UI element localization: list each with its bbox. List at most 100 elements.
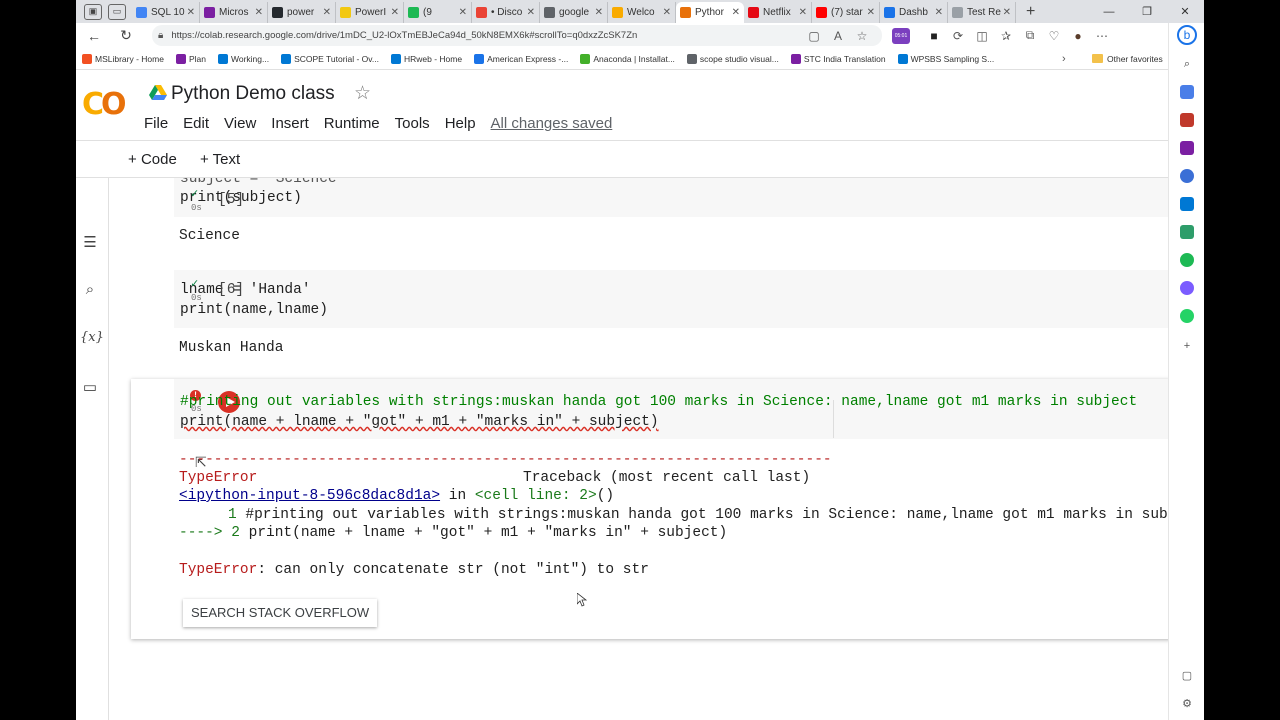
- tab-actions-icon[interactable]: ▭: [108, 3, 126, 20]
- hide-sidebar-icon[interactable]: ▢: [1180, 669, 1194, 683]
- bookmarks-overflow-icon[interactable]: ›: [1062, 53, 1066, 65]
- close-tab-icon[interactable]: ✕: [595, 7, 603, 18]
- variables-icon[interactable]: {x}: [80, 330, 104, 345]
- add-text-cell-button[interactable]: + Text: [200, 151, 240, 168]
- bookmark-favicon-icon: [390, 53, 401, 64]
- bookmark-item[interactable]: MSLibrary - Home: [76, 53, 170, 64]
- close-window-icon[interactable]: ✕: [1166, 5, 1204, 18]
- lock-icon[interactable]: 🔒︎: [158, 30, 163, 41]
- add-code-cell-button[interactable]: + Code: [128, 151, 177, 168]
- new-tab-button[interactable]: +: [1026, 3, 1035, 21]
- close-tab-icon[interactable]: ✕: [799, 7, 807, 18]
- profile-avatar[interactable]: ●: [1066, 29, 1090, 43]
- menu-view[interactable]: View: [224, 115, 256, 132]
- files-folder-icon[interactable]: ▭: [80, 378, 100, 396]
- save-status-link[interactable]: All changes saved: [491, 115, 613, 132]
- drop-icon[interactable]: [1180, 225, 1194, 239]
- browser-essentials-icon[interactable]: ♡: [1042, 29, 1066, 43]
- browser-tab[interactable]: PowerI ✕: [336, 2, 404, 23]
- split-screen-icon[interactable]: ◫: [970, 29, 994, 43]
- favorites-icon[interactable]: ✰: [994, 29, 1018, 43]
- menu-runtime[interactable]: Runtime: [324, 115, 380, 132]
- back-icon[interactable]: ←: [82, 28, 106, 44]
- browser-tab[interactable]: (7) star ✕: [812, 2, 880, 23]
- minimize-icon[interactable]: —: [1090, 6, 1128, 18]
- search-stack-overflow-button[interactable]: SEARCH STACK OVERFLOW: [183, 599, 378, 627]
- bookmark-item[interactable]: WPSBS Sampling S...: [892, 53, 1001, 64]
- workspaces-icon[interactable]: ▣: [84, 3, 102, 20]
- menu-help[interactable]: Help: [445, 115, 476, 132]
- browser-tab[interactable]: SQL 10 ✕: [132, 2, 200, 23]
- browser-tab[interactable]: Welco ✕: [608, 2, 676, 23]
- extension-icon[interactable]: ■: [922, 29, 946, 43]
- browser-tab[interactable]: Pythor ✕: [676, 2, 744, 23]
- close-tab-icon[interactable]: ✕: [1003, 7, 1011, 18]
- bookmark-favicon-icon: [474, 53, 485, 64]
- search-sidebar-icon[interactable]: ⌕: [1180, 57, 1194, 71]
- add-sidebar-app-icon[interactable]: +: [1180, 339, 1194, 353]
- whatsapp-icon[interactable]: [1180, 309, 1194, 323]
- refresh-icon[interactable]: ↻: [114, 27, 138, 44]
- spotify-icon[interactable]: [1180, 253, 1194, 267]
- bing-icon[interactable]: b: [1177, 25, 1197, 45]
- bookmark-item[interactable]: STC India Translation: [785, 53, 892, 64]
- cell-output: Muskan Handa: [179, 340, 284, 356]
- tools-icon[interactable]: [1180, 113, 1194, 127]
- browser-tab[interactable]: google ✕: [540, 2, 608, 23]
- close-tab-icon[interactable]: ✕: [867, 7, 875, 18]
- bookmark-favicon-icon: [82, 53, 92, 64]
- star-notebook-icon[interactable]: ☆: [354, 82, 371, 105]
- table-of-contents-icon[interactable]: ☰: [80, 233, 100, 251]
- close-tab-icon[interactable]: ✕: [527, 7, 535, 18]
- collections-icon[interactable]: ⧉: [1018, 28, 1042, 43]
- colab-logo[interactable]: CO: [82, 87, 126, 122]
- browser-tab[interactable]: Test Re ✕: [948, 2, 1016, 23]
- outlook-icon[interactable]: [1180, 197, 1194, 211]
- code-cell-6[interactable]: [174, 270, 1168, 328]
- browser-tab[interactable]: • Disco ✕: [472, 2, 540, 23]
- bookmark-item[interactable]: Working...: [212, 53, 275, 64]
- close-tab-icon[interactable]: ✕: [323, 7, 331, 18]
- messenger-icon[interactable]: [1180, 281, 1194, 295]
- menu-file[interactable]: File: [144, 115, 168, 132]
- bookmark-item[interactable]: scope studio visual...: [681, 53, 785, 64]
- read-aloud-icon[interactable]: A: [826, 29, 850, 43]
- menu-edit[interactable]: Edit: [183, 115, 209, 132]
- more-menu-icon[interactable]: ⋯: [1090, 29, 1114, 43]
- app-available-icon[interactable]: ▢: [802, 29, 826, 43]
- address-bar[interactable]: 🔒︎ https://colab.research.google.com/dri…: [152, 25, 882, 46]
- office-icon[interactable]: [1180, 169, 1194, 183]
- menu-insert[interactable]: Insert: [271, 115, 309, 132]
- close-tab-icon[interactable]: ✕: [187, 7, 195, 18]
- close-tab-icon[interactable]: ✕: [391, 7, 399, 18]
- browser-tab[interactable]: Micros ✕: [200, 2, 268, 23]
- browser-tab[interactable]: Dashb ✕: [880, 2, 948, 23]
- close-tab-icon[interactable]: ✕: [459, 7, 467, 18]
- favorite-star-icon[interactable]: ☆: [850, 29, 874, 43]
- bookmark-item[interactable]: American Express -...: [468, 53, 574, 64]
- close-tab-icon[interactable]: ✕: [732, 7, 740, 18]
- bookmark-item[interactable]: Anaconda | Installat...: [574, 53, 681, 64]
- tab-label: Test Re: [967, 7, 1001, 18]
- bookmark-item[interactable]: HRweb - Home: [385, 53, 468, 64]
- browser-tab[interactable]: power ✕: [268, 2, 336, 23]
- browser-tab[interactable]: Netflix ✕: [744, 2, 812, 23]
- notebook-title[interactable]: Python Demo class: [171, 83, 335, 105]
- find-icon[interactable]: ⌕: [80, 281, 100, 298]
- close-tab-icon[interactable]: ✕: [255, 7, 263, 18]
- games-icon[interactable]: [1180, 141, 1194, 155]
- bookmark-item[interactable]: Plan: [170, 53, 212, 64]
- menu-tools[interactable]: Tools: [395, 115, 430, 132]
- extension-timer-badge[interactable]: 05:01: [892, 28, 910, 44]
- sidebar-settings-icon[interactable]: ⚙: [1180, 697, 1194, 711]
- sync-icon[interactable]: ⟳: [946, 29, 970, 43]
- browser-tab[interactable]: (9 ✕: [404, 2, 472, 23]
- close-tab-icon[interactable]: ✕: [663, 7, 671, 18]
- bookmark-item[interactable]: SCOPE Tutorial - Ov...: [275, 53, 385, 64]
- cell-line-ref: <cell line: 2>: [474, 488, 597, 504]
- close-tab-icon[interactable]: ✕: [935, 7, 943, 18]
- shopping-tag-icon[interactable]: [1180, 85, 1194, 99]
- ipython-input-link[interactable]: <ipython-input-8-596c8dac8d1a>: [179, 488, 440, 504]
- maximize-icon[interactable]: ❐: [1128, 5, 1166, 18]
- other-favorites[interactable]: Other favorites: [1092, 54, 1163, 64]
